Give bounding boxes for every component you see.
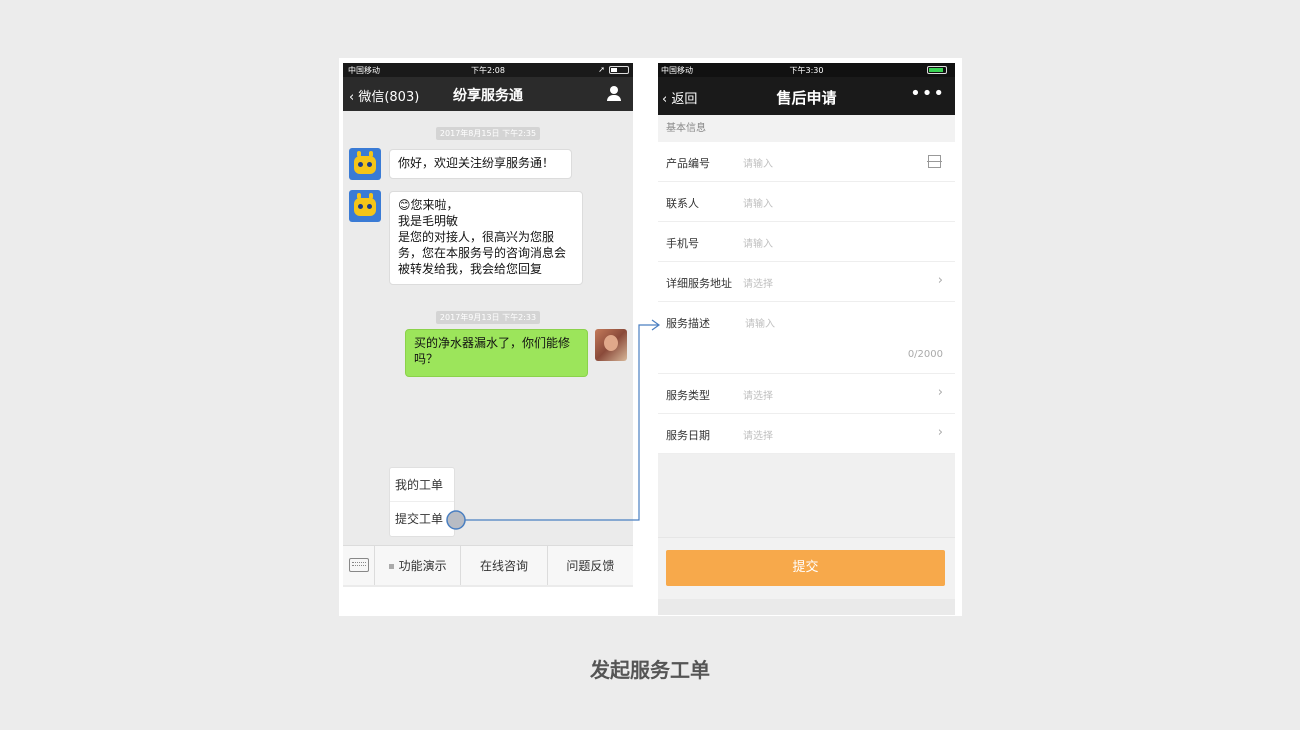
after-sales-form-screen: 中国移动 下午3:30 ‹ 返回 售后申请 ••• 基本信息 产品编号 请输入 …	[658, 63, 955, 615]
field-placeholder[interactable]: 请选择	[743, 275, 773, 290]
status-time: 下午3:30	[789, 66, 824, 75]
bot-avatar[interactable]	[349, 190, 381, 222]
keyboard-toggle[interactable]	[343, 546, 375, 585]
menu-item-submit-ticket[interactable]: 提交工单	[390, 502, 454, 536]
chevron-right-icon: ›	[937, 425, 943, 440]
section-header: 基本信息	[658, 115, 955, 142]
bot-avatar[interactable]	[349, 148, 381, 180]
message-bubble-bot: 😊您来啦， 我是毛明敏 是您的对接人，很高兴为您服 务，您在本服务号的咨询消息会…	[389, 191, 583, 285]
field-label: 产品编号	[666, 157, 710, 170]
field-product-number[interactable]: 产品编号 请输入	[658, 142, 955, 182]
message-line: 务，您在本服务号的咨询消息会	[398, 246, 567, 260]
field-label: 服务类型	[666, 389, 710, 402]
message-line: 买的净水器漏水了，你们能修	[414, 336, 571, 350]
field-label: 详细服务地址	[666, 277, 732, 290]
field-placeholder[interactable]: 请输入	[743, 155, 773, 170]
field-label: 服务日期	[666, 429, 710, 442]
status-bar: 中国移动 下午2:08 ➚	[343, 63, 633, 77]
field-contact[interactable]: 联系人 请输入	[658, 182, 955, 222]
status-time: 下午2:08	[471, 66, 505, 75]
field-service-address[interactable]: 详细服务地址 请选择 ›	[658, 262, 955, 302]
message-bubble-bot: 你好，欢迎关注纷享服务通！	[389, 149, 572, 179]
message-bubble-user: 买的净水器漏水了，你们能修 吗？	[405, 329, 588, 377]
status-bar: 中国移动 下午3:30	[658, 63, 955, 77]
field-placeholder[interactable]: 请输入	[743, 195, 773, 210]
battery-icon	[927, 66, 947, 74]
menu-feature-demo[interactable]: 功能演示	[375, 546, 462, 585]
wechat-chat-screen: 中国移动 下午2:08 ➚ ‹ 微信(803) 纷享服务通 2017年8月15日…	[343, 63, 633, 587]
person-icon[interactable]	[607, 86, 621, 102]
field-placeholder[interactable]: 请选择	[743, 427, 773, 442]
menu-item-my-tickets[interactable]: 我的工单	[390, 468, 454, 502]
char-counter: 0/2000	[907, 349, 943, 360]
bottom-strip	[658, 599, 955, 615]
field-service-date[interactable]: 服务日期 请选择 ›	[658, 414, 955, 454]
field-placeholder[interactable]: 请选择	[743, 387, 773, 402]
scan-icon[interactable]	[927, 155, 942, 168]
menu-dot-icon	[388, 564, 394, 569]
field-label: 服务描述	[666, 317, 710, 330]
form-spacer	[658, 454, 955, 538]
screenshot-card: 中国移动 下午2:08 ➚ ‹ 微信(803) 纷享服务通 2017年8月15日…	[339, 58, 962, 616]
field-label: 手机号	[666, 237, 699, 250]
chevron-right-icon: ›	[937, 273, 943, 288]
battery-icon	[609, 66, 629, 74]
message-line: 被转发给我，我会给您回复	[398, 262, 543, 276]
chat-title: 纷享服务通	[453, 88, 523, 104]
field-phone[interactable]: 手机号 请输入	[658, 222, 955, 262]
form-fields: 产品编号 请输入 联系人 请输入 手机号 请输入 详细服务地址 请选择 › 服务…	[658, 142, 955, 454]
field-label: 联系人	[666, 197, 699, 210]
location-icon: ➚	[598, 65, 605, 74]
field-service-description[interactable]: 服务描述 请输入 0/2000	[658, 302, 955, 374]
timestamp: 2017年9月13日 下午2:33	[343, 305, 633, 324]
timestamp: 2017年8月15日 下午2:35	[343, 121, 633, 140]
chat-navbar: ‹ 微信(803) 纷享服务通	[343, 77, 633, 111]
message-line: 吗？	[414, 352, 439, 366]
message-line: 😊您来啦，	[398, 198, 459, 212]
chevron-right-icon: ›	[937, 385, 943, 400]
submit-button[interactable]: 提交	[666, 550, 945, 586]
field-service-type[interactable]: 服务类型 请选择 ›	[658, 374, 955, 414]
page-caption: 发起服务工单	[590, 658, 710, 682]
menu-online-consult[interactable]: 在线咨询	[461, 546, 548, 585]
message-text: 你好，欢迎关注纷享服务通！	[398, 156, 555, 170]
service-popup-menu: 我的工单 提交工单	[389, 467, 455, 537]
more-icon[interactable]: •••	[910, 83, 945, 104]
field-placeholder[interactable]: 请输入	[745, 315, 775, 330]
form-navbar: ‹ 返回 售后申请 •••	[658, 77, 955, 115]
menu-feedback[interactable]: 问题反馈	[548, 546, 633, 585]
service-menu-bar: 功能演示 在线咨询 问题反馈	[343, 545, 633, 585]
message-line: 我是毛明敏	[398, 214, 459, 228]
keyboard-icon	[349, 558, 369, 572]
field-placeholder[interactable]: 请输入	[743, 235, 773, 250]
message-line: 是您的对接人，很高兴为您服	[398, 230, 555, 244]
user-avatar[interactable]	[595, 329, 627, 361]
